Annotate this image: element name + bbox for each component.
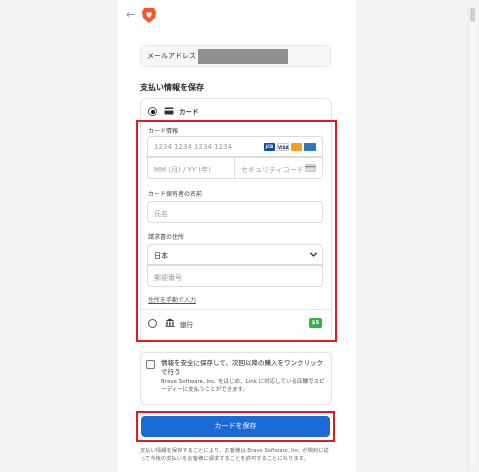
back-arrow-icon[interactable]: ←: [126, 8, 135, 22]
card-option-label: カード: [179, 108, 199, 116]
highlight-frame-card-form: [136, 120, 337, 342]
scrollbar[interactable]: [468, 6, 475, 468]
email-field: メールアドレス: [140, 45, 331, 67]
scrollbar-thumb[interactable]: [470, 8, 475, 22]
email-label: メールアドレス: [147, 52, 196, 60]
brave-lion-icon: [142, 8, 156, 23]
email-redacted-value: [198, 49, 288, 64]
save-info-checkbox[interactable]: [146, 360, 155, 369]
card-icon: [164, 107, 174, 115]
save-info-description: Brave Software, Inc. をはじめ、Link に対応している店舗…: [161, 379, 325, 393]
save-info-title: 情報を安全に保存して、次回以降の購入をワンクリックで行う: [161, 359, 323, 376]
card-radio[interactable]: [148, 107, 157, 116]
payment-section-title: 支払い情報を保存: [140, 83, 204, 92]
footer-note: 支払い情報を保存することにより、お客様は Brave Software, Inc…: [140, 448, 329, 462]
highlight-frame-save-button: [136, 411, 335, 442]
